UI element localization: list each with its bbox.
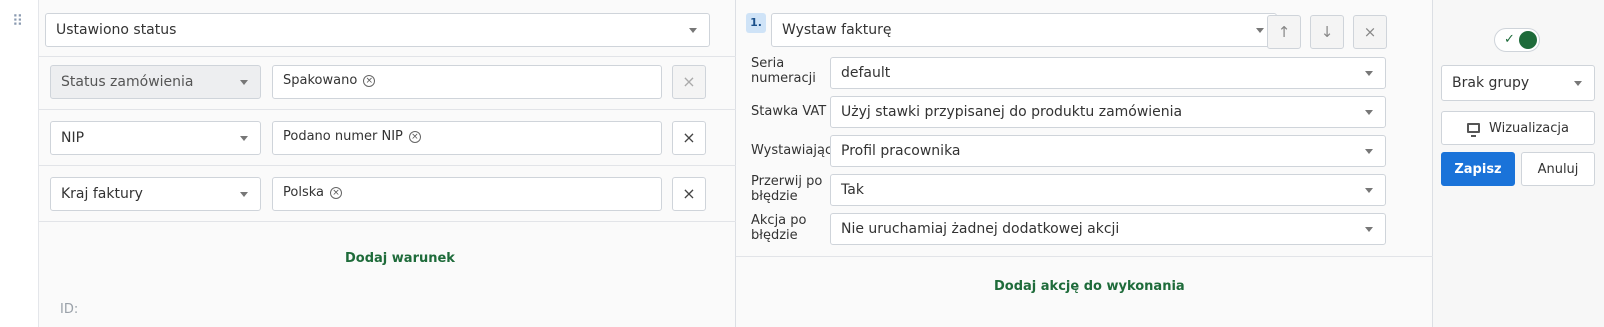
remove-condition-button[interactable]: ×	[672, 121, 706, 155]
param-value: Profil pracownika	[841, 143, 961, 159]
param-select[interactable]: Użyj stawki przypisanej do produktu zamó…	[830, 96, 1386, 128]
param-value: Nie uruchamiaj żadnej dodatkowej akcji	[841, 221, 1120, 237]
action-type-value: Wystaw fakturę	[782, 22, 892, 38]
condition-field-select[interactable]: NIP	[50, 121, 261, 155]
param-label: Seria numeracji	[751, 56, 816, 86]
param-select[interactable]: Nie uruchamiaj żadnej dodatkowej akcji	[830, 213, 1386, 245]
drag-handle-icon[interactable]: ⠿	[12, 14, 23, 33]
actions-panel: 1. Wystaw fakturę ↑ ↓ × Seria numeracji …	[736, 0, 1433, 327]
value-chip: Polska ×	[283, 185, 342, 200]
divider	[39, 109, 736, 110]
param-select[interactable]: Profil pracownika	[830, 135, 1386, 167]
chevron-down-icon	[1365, 149, 1373, 154]
condition-value-input[interactable]: Spakowano ×	[272, 65, 662, 99]
chip-label: Spakowano	[283, 73, 358, 88]
param-value: Użyj stawki przypisanej do produktu zamó…	[841, 104, 1183, 120]
check-icon: ✓	[1504, 32, 1515, 47]
condition-field-select[interactable]: Kraj faktury	[50, 177, 261, 211]
cancel-button[interactable]: Anuluj	[1521, 152, 1595, 186]
chevron-down-icon	[1365, 71, 1373, 76]
rule-id-label: ID:	[60, 302, 79, 317]
chip-label: Podano numer NIP	[283, 129, 403, 144]
move-down-button[interactable]: ↓	[1310, 15, 1344, 49]
chip-remove-icon[interactable]: ×	[363, 74, 376, 87]
condition-value-input[interactable]: Podano numer NIP ×	[272, 121, 662, 155]
condition-field-value: Kraj faktury	[61, 186, 143, 202]
condition-value-input[interactable]: Polska ×	[272, 177, 662, 211]
rule-handle-column: ⠿	[0, 0, 39, 327]
remove-condition-button[interactable]: ×	[672, 177, 706, 211]
chevron-down-icon	[689, 28, 697, 33]
chevron-down-icon	[240, 192, 248, 197]
chevron-down-icon	[1574, 81, 1582, 86]
divider	[736, 256, 1433, 257]
action-type-select[interactable]: Wystaw fakturę	[771, 13, 1277, 47]
visualization-label: Wizualizacja	[1489, 120, 1569, 136]
add-action-link[interactable]: Dodaj akcję do wykonania	[994, 279, 1185, 294]
rule-active-toggle[interactable]: ✓	[1494, 28, 1540, 52]
param-select[interactable]: Tak	[830, 174, 1386, 206]
condition-field-select[interactable]: Status zamówienia	[50, 65, 261, 99]
chevron-down-icon	[1365, 188, 1373, 193]
param-value: default	[841, 65, 891, 81]
chevron-down-icon	[1256, 28, 1264, 33]
trigger-select[interactable]: Ustawiono status	[45, 13, 710, 47]
chip-label: Polska	[283, 185, 324, 200]
param-select[interactable]: default	[830, 57, 1386, 89]
toggle-knob	[1519, 31, 1537, 49]
save-button[interactable]: Zapisz	[1441, 152, 1515, 186]
divider	[39, 165, 736, 166]
divider	[39, 221, 736, 222]
divider	[39, 56, 736, 57]
chevron-down-icon	[1365, 110, 1373, 115]
param-label: Wystawiający	[751, 143, 840, 158]
remove-condition-button[interactable]: ×	[672, 65, 706, 99]
value-chip: Spakowano ×	[283, 73, 376, 88]
chip-remove-icon[interactable]: ×	[329, 186, 342, 199]
remove-action-button[interactable]: ×	[1353, 15, 1387, 49]
param-label: Stawka VAT	[751, 104, 827, 119]
param-label: Akcja po błędzie	[751, 213, 807, 243]
trigger-value: Ustawiono status	[56, 22, 177, 38]
chevron-down-icon	[240, 136, 248, 141]
group-value: Brak grupy	[1452, 75, 1530, 91]
param-value: Tak	[841, 182, 864, 198]
chip-remove-icon[interactable]: ×	[408, 130, 421, 143]
chevron-down-icon	[1365, 227, 1373, 232]
group-select[interactable]: Brak grupy	[1441, 65, 1595, 101]
value-chip: Podano numer NIP ×	[283, 129, 421, 144]
visualization-button[interactable]: Wizualizacja	[1441, 111, 1595, 145]
monitor-icon	[1467, 123, 1481, 137]
action-number-badge: 1.	[746, 13, 766, 33]
conditions-panel: Ustawiono status Status zamówienia Spako…	[39, 0, 736, 327]
condition-field-value: Status zamówienia	[61, 74, 194, 90]
param-label: Przerwij po błędzie	[751, 174, 823, 204]
move-up-button[interactable]: ↑	[1267, 15, 1301, 49]
add-condition-link[interactable]: Dodaj warunek	[345, 251, 455, 266]
chevron-down-icon	[240, 80, 248, 85]
rule-side-panel: ✓ Brak grupy Wizualizacja Zapisz Anuluj	[1433, 0, 1604, 327]
condition-field-value: NIP	[61, 130, 85, 146]
